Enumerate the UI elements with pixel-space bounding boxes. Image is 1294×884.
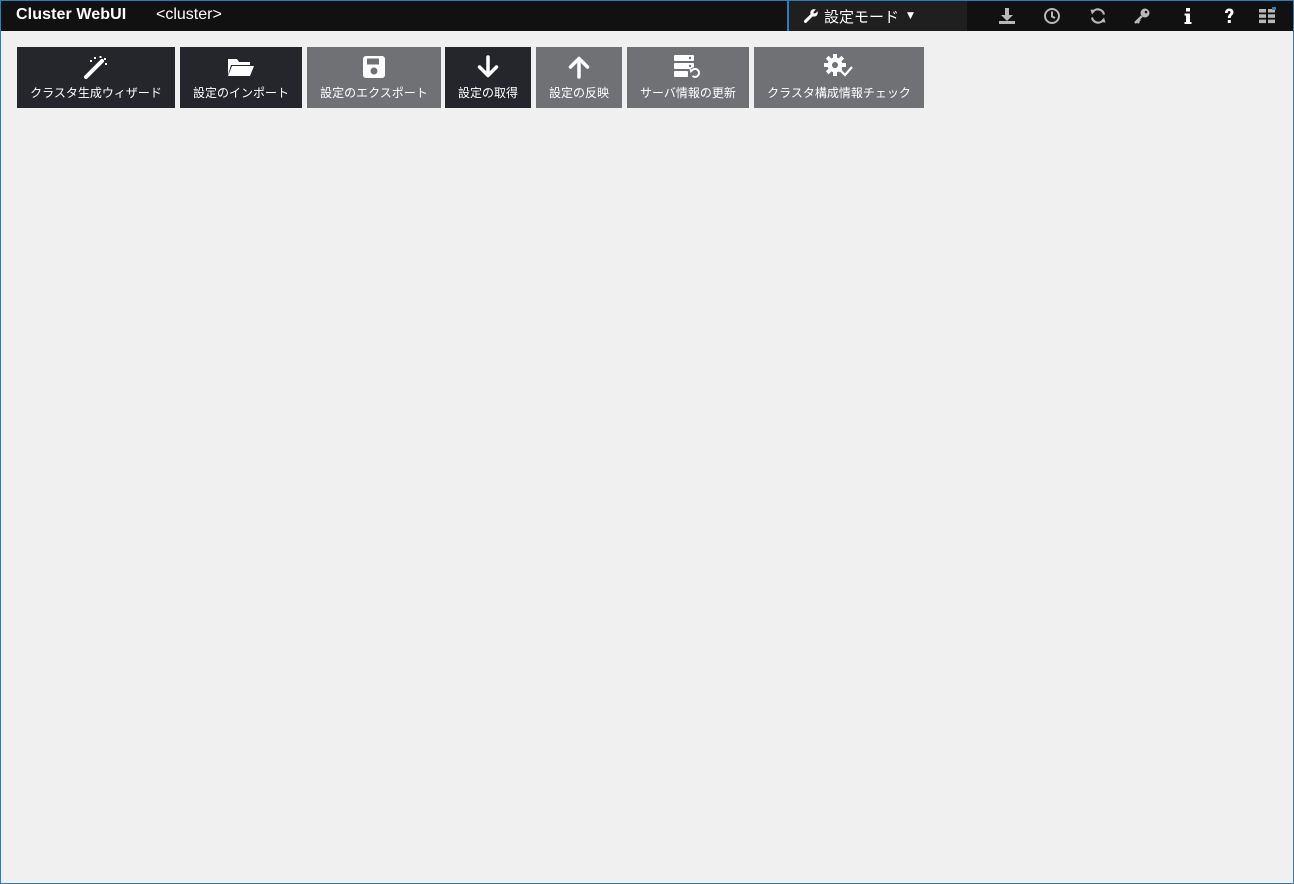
wrench-icon: [803, 9, 818, 23]
import-settings-button[interactable]: 設定のインポート: [180, 47, 302, 108]
download-icon[interactable]: [992, 1, 1022, 31]
save-icon: [363, 56, 385, 78]
export-settings-label: 設定のエクスポート: [320, 86, 428, 100]
info-icon[interactable]: [1173, 1, 1203, 31]
folder-open-icon: [228, 59, 254, 76]
update-server-info-button[interactable]: サーバ情報の更新: [627, 47, 749, 108]
mode-label: 設定モード: [824, 7, 900, 26]
magic-wand-icon: [84, 56, 107, 79]
apply-settings-button[interactable]: 設定の反映: [536, 47, 622, 108]
caret-down-icon: ▼: [907, 11, 914, 21]
app-window: Cluster WebUI <cluster> 設定モード ▼ クラスタ生成ウィ…: [0, 0, 1294, 884]
main-content-area: [1, 121, 1293, 883]
import-settings-label: 設定のインポート: [192, 86, 289, 100]
update-server-info-label: サーバ情報の更新: [640, 86, 736, 100]
help-icon[interactable]: [1214, 1, 1244, 31]
key-icon[interactable]: [1127, 1, 1157, 31]
server-refresh-icon: [674, 55, 701, 79]
cluster-name: <cluster>: [156, 6, 222, 23]
apply-settings-label: 設定の反映: [548, 86, 609, 100]
get-settings-button[interactable]: 設定の取得: [445, 47, 531, 108]
cluster-config-check-label: クラスタ構成情報チェック: [767, 86, 911, 100]
get-settings-label: 設定の取得: [457, 86, 518, 100]
export-settings-button[interactable]: 設定のエクスポート: [307, 47, 441, 108]
mode-dropdown[interactable]: 設定モード ▼: [787, 1, 967, 31]
clock-icon[interactable]: [1037, 1, 1067, 31]
cluster-config-check-button[interactable]: クラスタ構成情報チェック: [754, 47, 924, 108]
top-bar: Cluster WebUI <cluster> 設定モード ▼: [1, 1, 1293, 31]
refresh-icon[interactable]: [1083, 1, 1113, 31]
grid-icon[interactable]: [1252, 1, 1282, 31]
cluster-wizard-button[interactable]: クラスタ生成ウィザード: [17, 47, 175, 108]
arrow-down-icon: [477, 55, 499, 78]
arrow-up-icon: [568, 56, 590, 79]
app-title: Cluster WebUI: [16, 6, 127, 23]
gear-check-icon: [824, 54, 854, 79]
cluster-wizard-label: クラスタ生成ウィザード: [30, 86, 162, 100]
